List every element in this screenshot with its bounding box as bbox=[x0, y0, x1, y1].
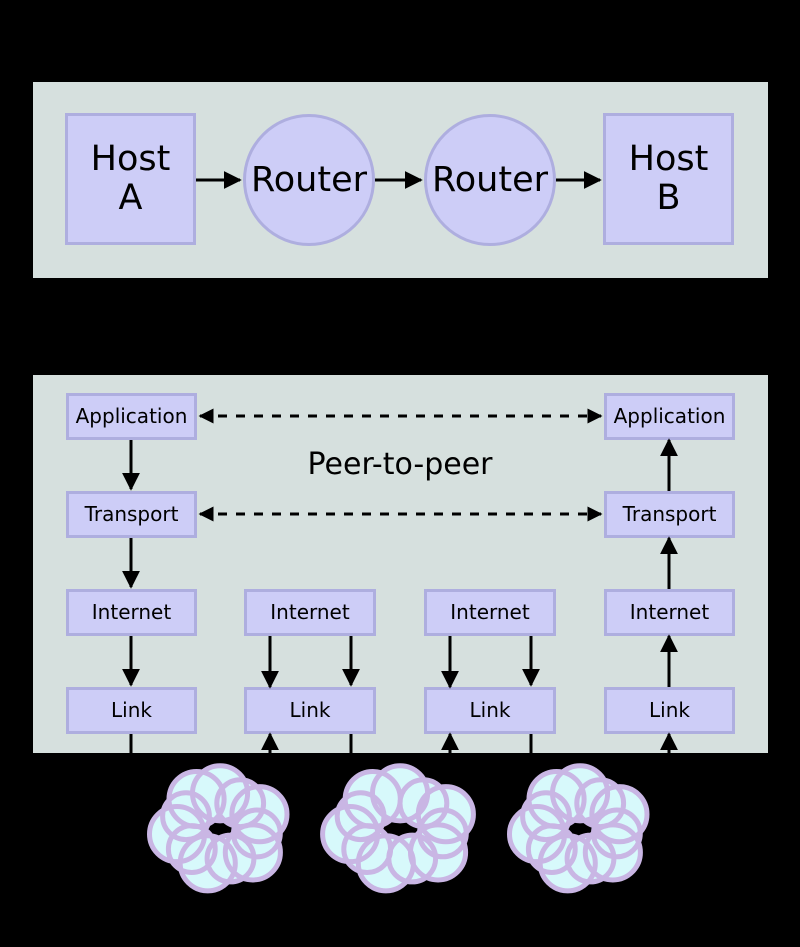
layer-internet-router-2[interactable]: Internet bbox=[424, 589, 556, 636]
layer-transport-host-a[interactable]: Transport bbox=[66, 491, 197, 538]
layer-transport-host-b[interactable]: Transport bbox=[604, 491, 735, 538]
layer-internet-router-1[interactable]: Internet bbox=[244, 589, 376, 636]
host-a-box[interactable]: Host A bbox=[65, 113, 196, 245]
peer-to-peer-label: Peer-to-peer bbox=[307, 447, 493, 482]
cloud-fiber-satellite[interactable]: Fiber, Satellite, etc. bbox=[328, 778, 472, 880]
router-2-circle[interactable]: Router bbox=[424, 114, 556, 246]
layer-application-host-a[interactable]: Application bbox=[66, 393, 197, 440]
layer-application-host-b[interactable]: Application bbox=[604, 393, 735, 440]
cloud-ethernet-right[interactable]: Ethernet bbox=[518, 778, 642, 880]
layer-internet-host-a[interactable]: Internet bbox=[66, 589, 197, 636]
cloud-ethernet-left[interactable]: Ethernet bbox=[158, 778, 282, 880]
host-b-box[interactable]: Host B bbox=[603, 113, 734, 245]
cloud-fiber-satellite-label: Fiber, Satellite, etc. bbox=[358, 800, 442, 867]
layer-link-router-2[interactable]: Link bbox=[424, 687, 556, 734]
layer-internet-host-b[interactable]: Internet bbox=[604, 589, 735, 636]
diagram-canvas: Host A Router Router Host B Application … bbox=[0, 0, 800, 947]
cloud-ethernet-right-label: Ethernet bbox=[539, 818, 621, 840]
router-1-circle[interactable]: Router bbox=[243, 114, 375, 246]
layer-link-router-1[interactable]: Link bbox=[244, 687, 376, 734]
layer-link-host-a[interactable]: Link bbox=[66, 687, 197, 734]
cloud-ethernet-left-label: Ethernet bbox=[179, 818, 261, 840]
layer-link-host-b[interactable]: Link bbox=[604, 687, 735, 734]
